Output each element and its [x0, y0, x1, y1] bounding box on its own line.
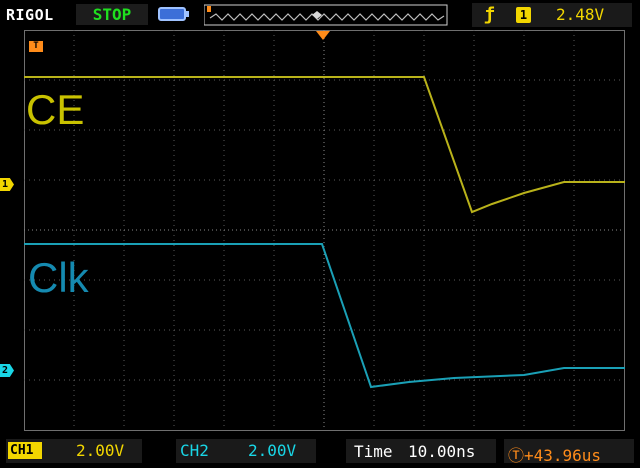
ch1-scale: 2.00V [76, 441, 125, 460]
rising-edge-icon: ƒ [484, 4, 495, 25]
trigger-settings[interactable]: ƒ 1 2.48V [472, 3, 632, 27]
trigger-time-marker[interactable]: T [29, 41, 43, 52]
brand-logo: RIGOL [6, 6, 54, 24]
timebase-box[interactable]: Time 10.00ns [346, 439, 496, 463]
ch2-trace-label: Clk [28, 254, 89, 301]
timebase-scale: 10.00ns [408, 442, 476, 461]
waveform-display[interactable] [24, 30, 625, 431]
ch2-tag: CH2 [180, 441, 209, 460]
trigger-position-arrow[interactable] [316, 31, 330, 40]
ch2-scale: 2.00V [248, 441, 297, 460]
center-axes [24, 30, 624, 430]
top-status-bar: RIGOL STOP ƒ 1 2.48V [0, 0, 640, 30]
ch2-ground-marker[interactable]: 2 [0, 364, 14, 377]
run-stop-status[interactable]: STOP [76, 4, 148, 25]
trigger-offset: Ⓣ+43.96us [508, 446, 602, 465]
bottom-status-bar: CH1 2.00V CH2 2.00V Time 10.00ns Ⓣ+43.96… [0, 436, 640, 468]
waveform-memory-icon[interactable] [204, 4, 448, 26]
trigger-offset-box[interactable]: Ⓣ+43.96us [504, 439, 634, 465]
trigger-source-badge: 1 [516, 7, 531, 23]
trigger-level: 2.48V [556, 5, 605, 24]
ch1-trace-label: CE [26, 86, 85, 133]
timebase-label: Time [354, 442, 393, 461]
battery-icon [158, 7, 189, 21]
ch1-tag: CH1 [8, 442, 42, 459]
ch2-scale-box[interactable]: CH2 2.00V [176, 439, 316, 463]
ch1-scale-box[interactable]: CH1 2.00V [6, 439, 142, 463]
ch1-ground-marker[interactable]: 1 [0, 178, 14, 191]
ch1-trace [24, 76, 625, 214]
ch2-trace [24, 243, 625, 389]
